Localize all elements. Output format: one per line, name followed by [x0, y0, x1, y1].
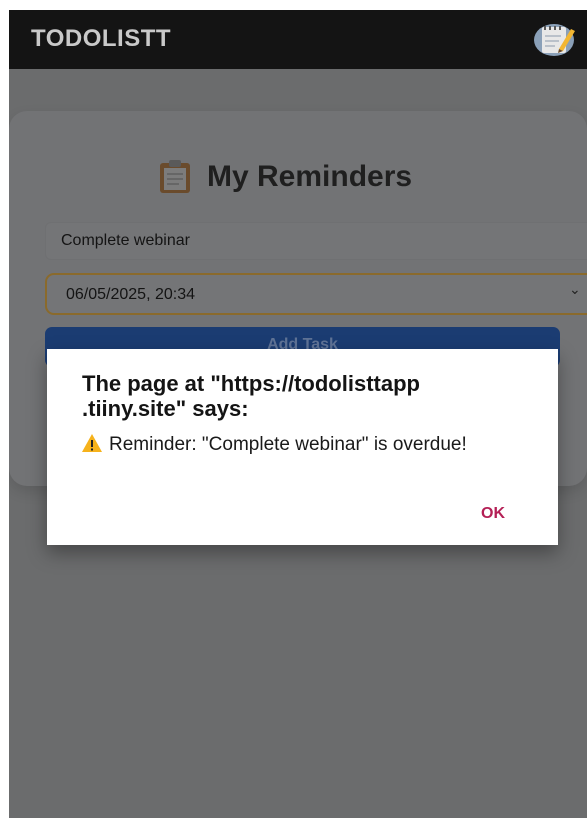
dialog-title: The page at "https://todolisttapp .tiiny…	[82, 371, 532, 421]
app-title: TODOLISTT	[31, 25, 172, 52]
clipboard-icon	[160, 160, 190, 193]
chevron-down-icon[interactable]: ⌄	[569, 281, 581, 298]
warning-icon	[82, 434, 102, 452]
top-bar: TODOLISTT	[9, 10, 587, 69]
dialog-message: Reminder: "Complete webinar" is overdue!	[81, 433, 511, 456]
due-date-select[interactable]: 06/05/2025, 20:34	[45, 273, 587, 315]
alert-dialog: The page at "https://todolisttapp .tiiny…	[47, 349, 558, 545]
notepad-pencil-icon[interactable]	[533, 21, 575, 57]
dialog-title-line-2: .tiiny.site" says:	[82, 396, 249, 421]
ok-button[interactable]: OK	[473, 503, 513, 525]
dialog-message-text: Reminder: "Complete webinar" is overdue!	[109, 434, 467, 455]
task-input[interactable]: Complete webinar	[45, 222, 587, 260]
dialog-title-line-1: The page at "https://todolisttapp	[82, 371, 420, 396]
page-title: My Reminders	[159, 157, 412, 197]
page-title-text: My Reminders	[207, 160, 413, 193]
app-screen: TODOLISTT My Reminders Complete webinar	[9, 10, 587, 818]
